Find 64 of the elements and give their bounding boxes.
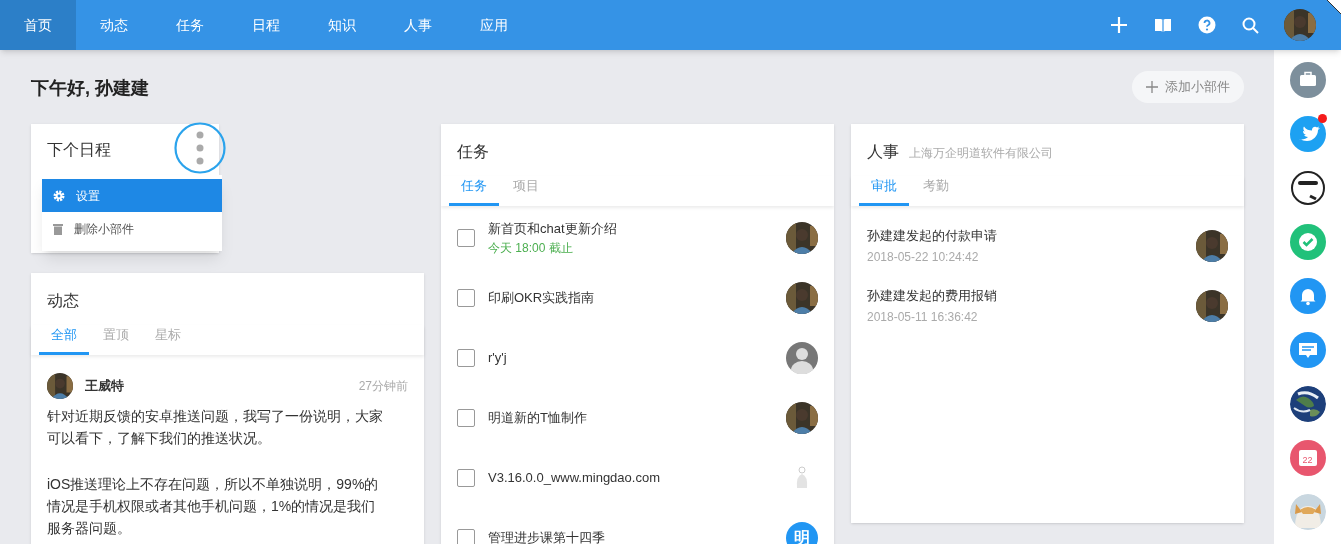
calendar-icon[interactable]: 22 bbox=[1289, 440, 1326, 476]
post-time: 27分钟前 bbox=[358, 378, 408, 395]
corner-fold-icon bbox=[1327, 0, 1341, 14]
menu-item-label: 设置 bbox=[76, 187, 100, 205]
task-title: 新首页和chat更新介绍 bbox=[488, 220, 617, 239]
trash-icon bbox=[53, 222, 63, 235]
menu-item-label: 删除小部件 bbox=[74, 220, 134, 238]
avatar-icon bbox=[786, 342, 818, 374]
nav-tab[interactable]: 日程 bbox=[228, 0, 304, 50]
widget-tab[interactable]: 审批 bbox=[859, 176, 909, 206]
widget-title: 下个日程 bbox=[47, 140, 111, 160]
due-date: 今天 18:00 截止 bbox=[488, 239, 574, 257]
plus-icon[interactable] bbox=[1110, 16, 1128, 34]
widget-tab[interactable]: 项目 bbox=[501, 176, 551, 206]
gear-icon bbox=[53, 189, 65, 202]
calendar-date: 22 bbox=[1298, 450, 1317, 466]
briefcase-icon[interactable] bbox=[1289, 62, 1326, 98]
author-name: 王威特 bbox=[85, 377, 124, 396]
task-title: 管理进步课第十四季 bbox=[488, 529, 605, 544]
checkbox[interactable] bbox=[457, 349, 475, 367]
nav-tab[interactable]: 首页 bbox=[0, 0, 76, 50]
more-button[interactable] bbox=[174, 122, 226, 174]
nav-tab[interactable]: 任务 bbox=[152, 0, 228, 50]
post-text: 针对近期反馈的安卓推送问题，我写了一份说明，大家可以看下，了解下我们的推送状况。 bbox=[47, 407, 384, 448]
approval-time: 2018-05-22 10:24:42 bbox=[867, 249, 980, 267]
widget-title: 任务 bbox=[457, 142, 490, 162]
menu-item[interactable]: 删除小部件 bbox=[42, 212, 222, 245]
nav-tab[interactable]: 知识 bbox=[304, 0, 380, 50]
checkbox[interactable] bbox=[457, 409, 475, 427]
widget-title: 人事 bbox=[867, 142, 899, 162]
post-text: iOS推送理论上不存在问题，所以不单独说明，99%的情况是手机权限或者其他手机问题，1%的情况是我们服务器问题。 bbox=[47, 475, 380, 538]
task-title: 印刷OKR实践指南 bbox=[488, 289, 595, 308]
nav-tab[interactable]: 人事 bbox=[380, 0, 456, 50]
add-widget-button[interactable]: 添加小部件 bbox=[1132, 71, 1244, 103]
widget-tab[interactable]: 任务 bbox=[449, 176, 499, 206]
task-title: 明道新的T恤制作 bbox=[488, 409, 587, 428]
book-icon[interactable] bbox=[1154, 17, 1172, 33]
widget-title: 动态 bbox=[47, 291, 80, 311]
checkbox[interactable] bbox=[457, 469, 475, 487]
bell-icon[interactable] bbox=[1289, 278, 1326, 314]
widget-tab[interactable]: 星标 bbox=[143, 325, 193, 355]
widget-tab[interactable]: 全部 bbox=[39, 325, 89, 355]
task-title: V3.16.0.0_www.mingdao.com bbox=[488, 469, 660, 488]
company-name: 上海万企明道软件有限公司 bbox=[909, 145, 1053, 162]
checkbox[interactable] bbox=[457, 289, 475, 307]
nav-tab[interactable]: 应用 bbox=[456, 0, 532, 50]
widget-tab[interactable]: 考勤 bbox=[911, 176, 961, 206]
approval-time: 2018-05-11 16:36:42 bbox=[867, 309, 979, 327]
nav-tab[interactable]: 动态 bbox=[76, 0, 152, 50]
checkbox[interactable] bbox=[457, 229, 475, 247]
bird-icon[interactable] bbox=[1289, 116, 1326, 152]
widget-tab[interactable]: 置顶 bbox=[91, 325, 141, 355]
chat-icon[interactable] bbox=[1289, 332, 1326, 368]
help-icon[interactable] bbox=[1198, 16, 1216, 34]
plus-icon bbox=[1146, 81, 1158, 93]
search-icon[interactable] bbox=[1242, 16, 1259, 34]
approval-title: 孙建建发起的费用报销 bbox=[867, 286, 997, 305]
menu-item[interactable]: 设置 bbox=[42, 179, 222, 212]
greeting-heading: 下午好, 孙建建 bbox=[31, 76, 149, 100]
task-title: r'y'j bbox=[488, 349, 507, 368]
sticker-icon[interactable] bbox=[1289, 170, 1326, 206]
checkbox[interactable] bbox=[457, 529, 475, 544]
check-icon[interactable] bbox=[1289, 224, 1326, 260]
approval-title: 孙建建发起的付款申请 bbox=[867, 226, 997, 245]
